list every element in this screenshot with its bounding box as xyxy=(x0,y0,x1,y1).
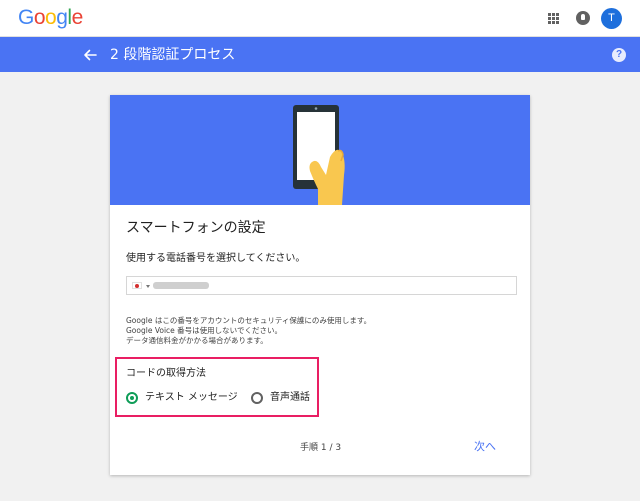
radio-text-message-label[interactable]: テキスト メッセージ xyxy=(145,391,238,404)
arrow-back-icon[interactable] xyxy=(82,47,98,63)
google-logo[interactable]: Google xyxy=(18,7,83,29)
logo-letter: e xyxy=(71,6,84,29)
info-text: Google はこの番号をアカウントのセキュリティ保護にのみ使用します。 Goo… xyxy=(126,316,371,346)
logo-letter: g xyxy=(56,6,68,29)
setup-card: スマートフォンの設定 使用する電話番号を選択してください。 Google はこの… xyxy=(110,95,530,475)
radio-voice-call[interactable] xyxy=(251,392,263,404)
top-bar: Google T xyxy=(0,0,640,37)
avatar[interactable]: T xyxy=(601,8,622,29)
help-icon[interactable]: ? xyxy=(612,48,626,62)
japan-flag-icon[interactable] xyxy=(132,282,142,289)
card-subtitle: 使用する電話番号を選択してください。 xyxy=(126,253,306,264)
obscured-phone-number xyxy=(153,282,209,289)
page-title: 2 段階認証プロセス xyxy=(110,47,236,63)
step-indicator: 手順 1 / 3 xyxy=(300,443,342,453)
code-method-label: コードの取得方法 xyxy=(126,368,206,379)
highlight-box xyxy=(115,357,319,417)
info-line: Google はこの番号をアカウントのセキュリティ保護にのみ使用します。 xyxy=(126,316,372,325)
apps-grid-icon[interactable] xyxy=(548,13,559,24)
notifications-icon[interactable] xyxy=(576,11,590,25)
phone-number-select[interactable] xyxy=(126,276,517,295)
chevron-down-icon[interactable] xyxy=(146,285,150,288)
smartphone-in-hand-illustration xyxy=(293,105,345,205)
next-button[interactable]: 次へ xyxy=(474,440,496,454)
logo-letter: o xyxy=(45,6,57,29)
logo-letter: o xyxy=(33,6,46,29)
card-title: スマートフォンの設定 xyxy=(126,220,266,236)
info-line: データ通信料金がかかる場合があります。 xyxy=(126,336,268,345)
radio-voice-call-label[interactable]: 音声通話 xyxy=(270,391,310,404)
hero-banner xyxy=(110,95,530,205)
logo-letter: G xyxy=(18,6,34,29)
radio-text-message[interactable] xyxy=(126,392,138,404)
info-line: Google Voice 番号は使用しないでください。 xyxy=(126,326,282,335)
